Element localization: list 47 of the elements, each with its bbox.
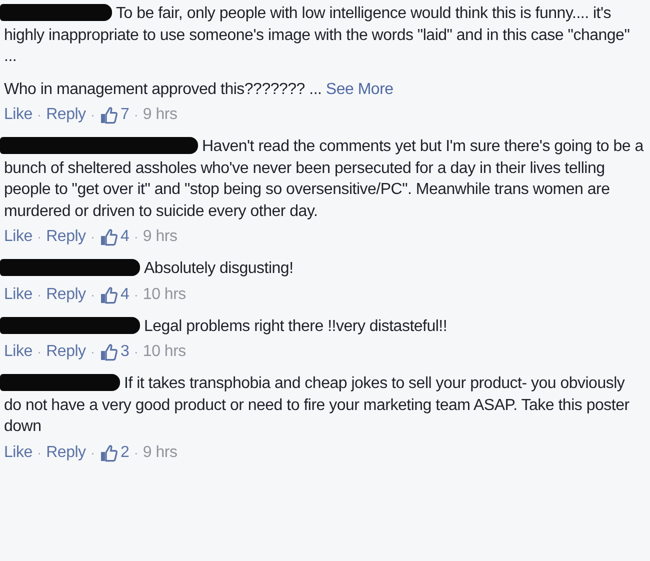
separator-dot: · (90, 286, 95, 304)
like-count: 4 (120, 227, 130, 247)
reply-link[interactable]: Reply (46, 284, 86, 306)
separator-dot: · (37, 344, 42, 361)
comment-time: 9 hrs (142, 105, 178, 125)
comment-text: Haven't read the comments yet but I'm sure there's going to be a bunch of sheltered assholes who've never been persecuted for a day in their lives telling people to "get over it" and "stop being so oversensitive/PC". Meanwhile trans women are murdered or driven to suicide every other day. (4, 136, 646, 222)
separator-dot: · (134, 286, 138, 304)
separator-dot: · (37, 286, 42, 304)
like-link[interactable]: Like (4, 341, 32, 363)
separator-dot: · (134, 344, 138, 361)
thumbs-up-icon (100, 106, 118, 124)
reply-link[interactable]: Reply (46, 341, 86, 363)
comment-time: 10 hrs (142, 342, 186, 362)
thumbs-up-icon (100, 286, 118, 304)
like-link[interactable]: Like (4, 226, 32, 248)
comment-time: 9 hrs (142, 442, 178, 462)
separator-dot: · (134, 229, 138, 246)
separator-dot: · (90, 344, 95, 361)
separator-dot: · (37, 107, 42, 124)
separator-dot: · (90, 229, 95, 246)
comment-time: 10 hrs (142, 284, 186, 304)
comment-text: To be fair, only people with low intelligence would think this is funny.... it's highly inappropriate to use someone's image with the words "laid" and in this case "change" ... (4, 3, 646, 68)
thumbs-up-icon (100, 228, 118, 246)
separator-dot: · (37, 229, 42, 246)
see-more-link[interactable]: See More (326, 80, 394, 98)
thumbs-up-icon (100, 444, 118, 462)
like-count: 3 (120, 342, 130, 362)
separator-dot: · (90, 107, 95, 124)
like-count: 4 (120, 284, 130, 304)
like-count: 7 (120, 105, 130, 125)
thumbs-up-icon (100, 343, 118, 361)
comment-text: Legal problems right there !!very distasteful!! (4, 316, 646, 337)
comment-time: 9 hrs (142, 227, 178, 247)
separator-dot: · (90, 444, 95, 462)
reply-link[interactable]: Reply (46, 442, 86, 464)
separator-dot: · (134, 444, 138, 462)
like-link[interactable]: Like (4, 442, 32, 464)
comment-text: Absolutely disgusting! (4, 258, 646, 280)
like-link[interactable]: Like (4, 284, 32, 306)
like-link[interactable]: Like (4, 104, 32, 126)
separator-dot: · (37, 444, 42, 462)
reply-link[interactable]: Reply (46, 226, 86, 248)
reply-link[interactable]: Reply (46, 104, 86, 126)
comment-text: Who in management approved this??????? ... See More (4, 80, 394, 100)
comment-text: If it takes transphobia and cheap jokes to sell your product- you obviously do not have a very good product or need to fire your marketing team ASAP. Take this poster down (4, 373, 646, 438)
separator-dot: · (134, 107, 138, 124)
like-count: 2 (120, 442, 130, 462)
